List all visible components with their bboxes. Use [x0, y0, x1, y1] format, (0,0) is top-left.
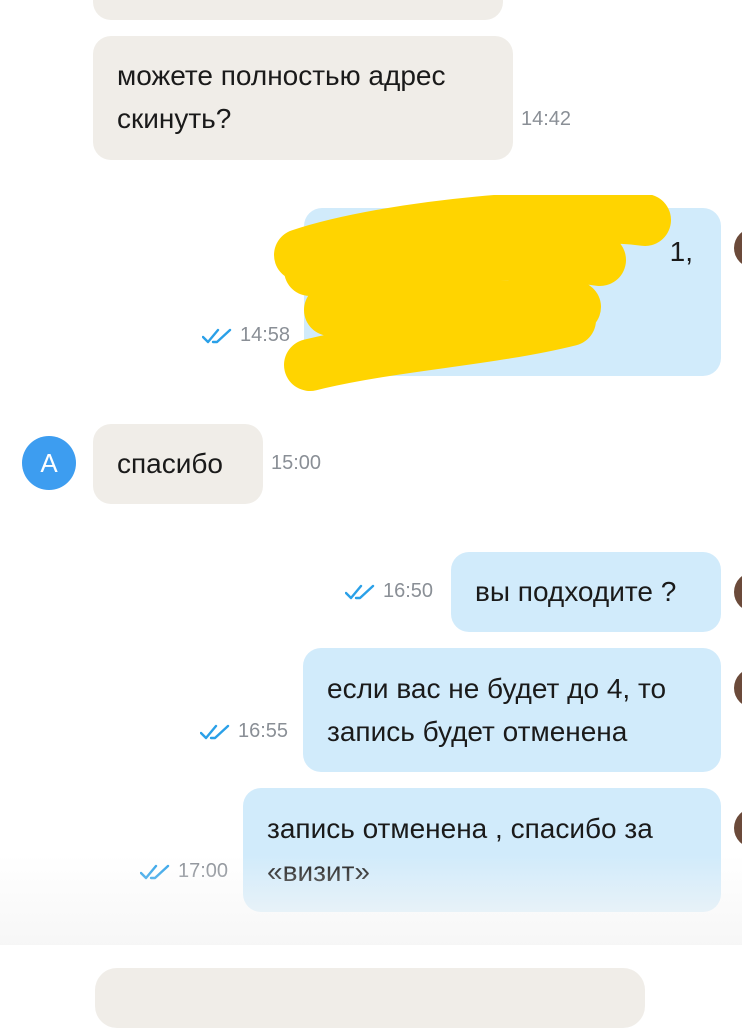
double-check-icon	[202, 328, 232, 343]
message-bubble-outgoing[interactable]: запись отменена , спасибо за «визит»	[243, 788, 721, 912]
message-meta: 16:55	[200, 720, 288, 743]
message-meta: 17:00	[140, 860, 228, 883]
double-check-icon	[345, 584, 375, 599]
double-check-icon	[140, 864, 170, 879]
message-text: спасибо	[117, 448, 223, 479]
avatar[interactable]	[734, 572, 742, 612]
message-text: запись отменена , спасибо за «визит»	[267, 813, 653, 887]
message-bubble-incoming[interactable]: спасибо	[93, 424, 263, 504]
message-text: вы подходите ?	[475, 576, 677, 607]
message-time: 16:55	[238, 720, 289, 742]
message-meta: 14:42	[521, 108, 571, 131]
message-time: 14:58	[240, 324, 291, 346]
avatar[interactable]	[734, 808, 742, 848]
message-time: 16:50	[383, 580, 434, 602]
avatar[interactable]: А	[22, 436, 76, 490]
message-meta: 14:58	[202, 324, 290, 347]
message-meta: 15:00	[271, 452, 321, 475]
message-bubble-outgoing[interactable]: вы подходите ?	[451, 552, 721, 632]
avatar-initial: А	[40, 447, 58, 478]
message-time: 17:00	[178, 860, 229, 882]
double-check-icon	[200, 724, 230, 739]
message-text: можете полностью адрес скинуть?	[117, 60, 446, 134]
message-bubble-incoming-partial[interactable]	[93, 0, 503, 20]
message-text: если вас не будет до 4, то запись будет …	[327, 673, 667, 747]
message-meta: 16:50	[345, 580, 433, 603]
message-bubble-outgoing[interactable]: если вас не будет до 4, то запись будет …	[303, 648, 721, 772]
message-time: 15:00	[271, 452, 322, 474]
avatar[interactable]	[734, 668, 742, 708]
message-input[interactable]	[95, 968, 645, 1028]
avatar[interactable]	[734, 228, 742, 268]
message-time: 14:42	[521, 108, 572, 130]
redaction-scribble	[274, 195, 671, 391]
message-bubble-incoming[interactable]: можете полностью адрес скинуть?	[93, 36, 513, 160]
